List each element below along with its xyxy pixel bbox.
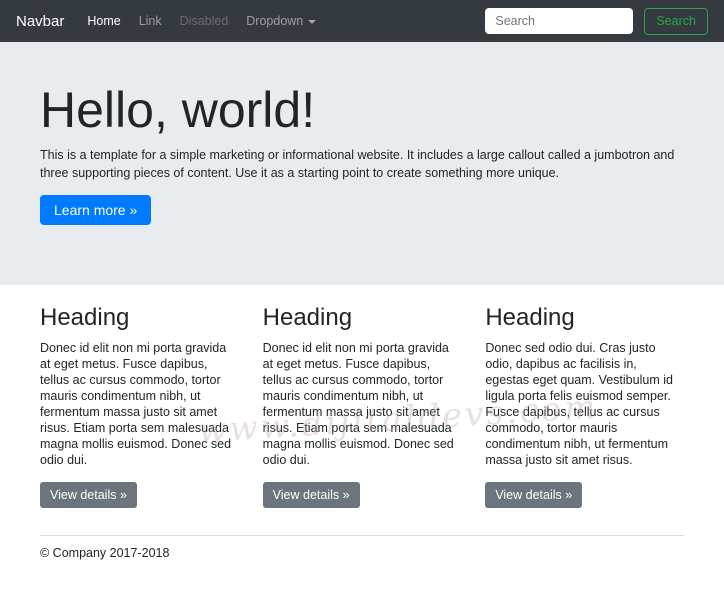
navbar-menu: Home Link Disabled Dropdown xyxy=(78,10,325,32)
column-card: Heading Donec sed odio dui. Cras justo o… xyxy=(473,304,696,508)
column-heading: Heading xyxy=(262,304,353,331)
column-heading: Heading xyxy=(40,304,130,331)
search-button[interactable]: Search xyxy=(644,7,708,35)
page-title: Hello, world! xyxy=(40,82,316,138)
chevron-down-icon xyxy=(308,20,317,24)
nav-item-link[interactable]: Link xyxy=(130,10,171,32)
column-heading: Heading xyxy=(485,304,575,331)
footer-divider xyxy=(40,535,684,536)
column-text: Donec id elit non mi porta gravida at eg… xyxy=(40,341,232,467)
copyright-text: © Company 2017-2018 xyxy=(40,546,170,560)
brand-link[interactable]: Navbar xyxy=(16,13,64,30)
column-text: Donec sed odio dui. Cras justo odio, dap… xyxy=(485,341,673,467)
nav-item-disabled: Disabled xyxy=(179,14,229,28)
column-card: Heading Donec id elit non mi porta gravi… xyxy=(251,304,474,508)
view-details-button[interactable]: View details » xyxy=(40,482,137,508)
columns-row: Heading Donec id elit non mi porta gravi… xyxy=(28,285,696,508)
column-card: Heading Donec id elit non mi porta gravi… xyxy=(28,304,251,508)
jumbotron: Hello, world! This is a template for a s… xyxy=(0,42,724,285)
jumbotron-description: This is a template for a simple marketin… xyxy=(40,148,675,180)
view-details-button[interactable]: View details » xyxy=(485,482,583,508)
navbar: Navbar Home Link Disabled Dropdown Searc… xyxy=(0,0,724,42)
search-form: Search xyxy=(485,7,708,35)
nav-item-dropdown[interactable]: Dropdown xyxy=(237,10,325,32)
learn-more-button[interactable]: Learn more » xyxy=(40,195,152,225)
dropdown-label: Dropdown xyxy=(246,14,304,28)
column-text: Donec id elit non mi porta gravida at eg… xyxy=(262,341,454,467)
view-details-button[interactable]: View details » xyxy=(262,482,360,508)
content-columns: Heading Donec id elit non mi porta gravi… xyxy=(0,285,724,560)
jumbotron-container: Hello, world! This is a template for a s… xyxy=(28,80,696,225)
nav-item-home[interactable]: Home xyxy=(78,10,129,32)
footer: © Company 2017-2018 xyxy=(28,535,696,560)
search-input[interactable] xyxy=(485,8,634,34)
